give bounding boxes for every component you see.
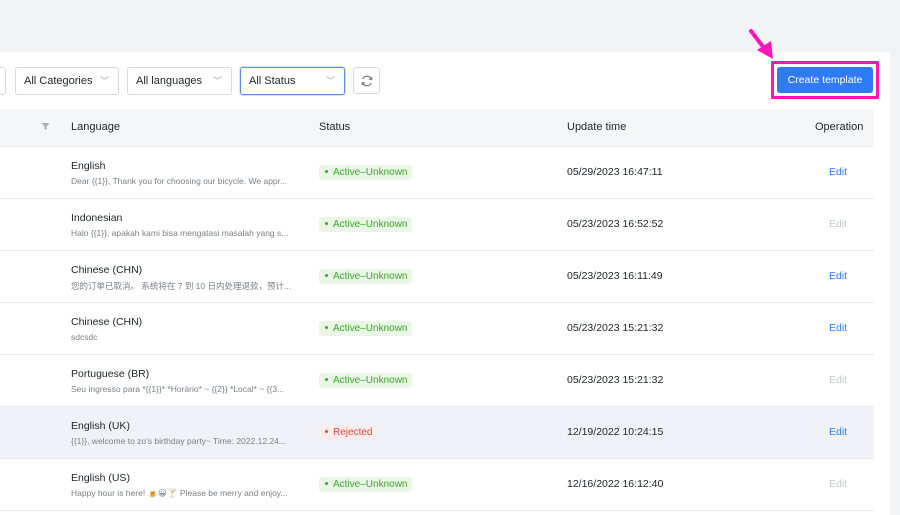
language-filter-dropdown[interactable]: All languages ﹀: [127, 67, 232, 95]
table-row: English (UK) {{1}}, welcome to zo's birt…: [0, 407, 874, 459]
column-header-update-time: Update time: [567, 121, 627, 133]
row-preview: {{1}}, welcome to zo's birthday party~ T…: [71, 436, 286, 446]
edit-link[interactable]: Edit: [829, 426, 847, 438]
category-filter-dropdown[interactable]: All Categories ﹀: [15, 67, 119, 95]
status-badge: Active–Unknown: [319, 477, 413, 492]
row-update-time: 12/16/2022 16:12:40: [567, 478, 664, 490]
status-badge: Active–Unknown: [319, 217, 413, 232]
status-filter-dropdown[interactable]: All Status ﹀: [240, 67, 345, 95]
status-badge: Active–Unknown: [319, 269, 413, 284]
row-preview: sdcsdc: [71, 332, 98, 342]
table-row: Chinese (CHN) 您的订单已取消。 系统将在 7 到 10 日内处理退…: [0, 251, 874, 303]
row-language: Chinese (CHN): [71, 316, 143, 328]
column-header-status: Status: [319, 121, 351, 133]
table-row: Indonesian Halo {{1}}, apakah kami bisa …: [0, 199, 874, 251]
table-header: Language Status Update time Operation: [0, 109, 874, 147]
edit-link[interactable]: Edit: [829, 270, 847, 282]
row-language: Chinese (CHN): [71, 264, 143, 276]
row-preview: Seu ingresso para *{{1}}* *Horário* ~ {{…: [71, 384, 285, 394]
status-badge: Active–Unknown: [319, 165, 413, 180]
status-badge: Active–Unknown: [319, 321, 413, 336]
row-preview: Halo {{1}}, apakah kami bisa mengatasi m…: [71, 228, 289, 238]
row-update-time: 12/19/2022 10:24:15: [567, 426, 664, 438]
row-preview: 您的订单已取消。 系统将在 7 到 10 日内处理退款，预计...: [71, 281, 292, 291]
row-update-time: 05/29/2023 16:47:11: [567, 166, 663, 178]
language-filter-value: All languages: [136, 75, 203, 87]
refresh-icon: [361, 75, 372, 86]
row-update-time: 05/23/2023 16:52:52: [567, 218, 664, 230]
chevron-down-icon: ﹀: [212, 76, 222, 86]
row-language: English (UK): [71, 420, 130, 432]
column-header-operation: Operation: [815, 121, 864, 133]
edit-link-disabled: Edit: [829, 374, 848, 386]
row-language: English (US): [71, 472, 130, 484]
edit-link-disabled: Edit: [829, 218, 848, 230]
row-update-time: 05/23/2023 15:21:32: [567, 374, 664, 386]
row-language: English: [71, 160, 106, 172]
filter-icon[interactable]: [41, 122, 50, 131]
chevron-down-icon: ﹀: [99, 76, 109, 86]
category-filter-value: All Categories: [24, 75, 93, 87]
row-update-time: 05/23/2023 15:21:32: [567, 322, 664, 334]
status-filter-value: All Status: [249, 75, 296, 87]
column-header-language: Language: [71, 121, 120, 133]
row-language: Indonesian: [71, 212, 123, 224]
row-preview: Dear {{1}}, Thank you for choosing our b…: [71, 176, 288, 186]
table-row: Portuguese (BR) Seu ingresso para *{{1}}…: [0, 355, 874, 407]
table-row: English (US) Happy hour is here! 🍺😀🍸 Ple…: [0, 459, 874, 511]
row-preview: Happy hour is here! 🍺😀🍸 Please be merry …: [71, 488, 288, 498]
table-row: Chinese (CHN) sdcsdc Active–Unknown 05/2…: [0, 303, 874, 355]
edit-link[interactable]: Edit: [829, 322, 847, 334]
create-template-button[interactable]: Create template: [777, 67, 873, 93]
table-row: English Dear {{1}}, Thank you for choosi…: [0, 147, 874, 199]
status-badge: Rejected: [319, 425, 378, 440]
edit-link[interactable]: Edit: [829, 166, 847, 178]
row-update-time: 05/23/2023 16:11:49: [567, 270, 663, 282]
row-language: Portuguese (BR): [71, 368, 150, 380]
create-template-highlight: Create template: [771, 61, 879, 99]
edit-link-disabled: Edit: [829, 478, 848, 490]
annotation-arrow-icon: [749, 29, 773, 59]
partial-filter-dropdown[interactable]: [0, 67, 6, 95]
chevron-down-icon: ﹀: [325, 76, 335, 86]
status-badge: Active–Unknown: [319, 373, 413, 388]
refresh-button[interactable]: [353, 67, 380, 94]
